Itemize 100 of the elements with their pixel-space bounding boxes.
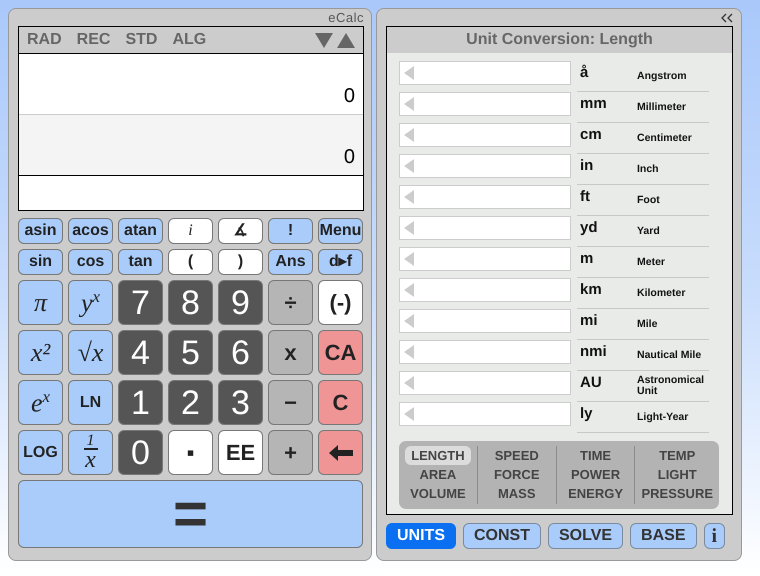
mode-tab[interactable]: BASE bbox=[630, 523, 696, 549]
category-button[interactable]: POWER bbox=[565, 465, 626, 484]
unit-name: Meter bbox=[637, 256, 666, 268]
unit-name: Inch bbox=[637, 164, 660, 174]
triangle-icon bbox=[404, 283, 414, 297]
calculator-key[interactable]: + bbox=[268, 430, 313, 475]
calculator-key[interactable]: 9 bbox=[218, 280, 263, 325]
triangle-icon bbox=[404, 407, 414, 421]
calculator-key[interactable]: π bbox=[18, 280, 63, 325]
calculator-key[interactable]: (-) bbox=[318, 280, 363, 325]
collapse-icon[interactable] bbox=[721, 12, 733, 22]
calculator-key[interactable]: 4 bbox=[118, 330, 163, 375]
category-button[interactable]: TIME bbox=[574, 446, 618, 465]
value-field[interactable] bbox=[399, 278, 571, 302]
calculator-key[interactable]: d▸f bbox=[318, 249, 363, 275]
unit-name: Foot bbox=[637, 194, 661, 206]
triangle-icon bbox=[404, 97, 414, 111]
mode-tab[interactable]: i bbox=[704, 523, 726, 549]
calculator-key[interactable]: √x bbox=[68, 330, 113, 375]
value-field[interactable] bbox=[399, 61, 571, 85]
history-value: 0 bbox=[344, 85, 355, 108]
unit-name: Kilometer bbox=[637, 288, 686, 298]
unit-symbol: km bbox=[579, 280, 603, 298]
equals-key[interactable]: = bbox=[18, 480, 363, 548]
calculator-key[interactable]: x² bbox=[18, 330, 63, 375]
value-field[interactable] bbox=[399, 402, 571, 426]
calculator-key[interactable]: 5 bbox=[168, 330, 213, 375]
mode-tab[interactable]: SOLVE bbox=[548, 523, 624, 549]
unit-name: Mile bbox=[637, 318, 658, 330]
calculator-key[interactable]: ÷ bbox=[268, 280, 313, 325]
unit-symbol: mi bbox=[579, 311, 599, 329]
calculator-key[interactable]: asin bbox=[18, 218, 63, 244]
mode-tab[interactable]: UNITS bbox=[386, 523, 456, 549]
value-field[interactable] bbox=[399, 371, 571, 395]
unit-name: Astronomical Unit bbox=[637, 375, 706, 397]
value-field[interactable] bbox=[399, 92, 571, 116]
calculator-key[interactable]: 3 bbox=[218, 380, 263, 425]
category-button[interactable]: PRESSURE bbox=[635, 484, 720, 503]
scroll-down-icon[interactable] bbox=[315, 32, 333, 48]
category-button[interactable]: SPEED bbox=[488, 446, 545, 465]
unit-symbol: cm bbox=[579, 125, 603, 143]
value-field[interactable] bbox=[399, 123, 571, 147]
value-field[interactable] bbox=[399, 247, 571, 271]
calculator-key[interactable]: 1 x bbox=[68, 430, 113, 475]
calculator-key[interactable]: atan bbox=[118, 218, 163, 244]
calculator-key[interactable]: Ans bbox=[268, 249, 313, 275]
backspace-key[interactable] bbox=[318, 430, 363, 475]
unit-symbol: m bbox=[579, 249, 594, 267]
value-field[interactable] bbox=[399, 216, 571, 240]
calculator-key[interactable]: LN bbox=[68, 380, 113, 425]
triangle-icon bbox=[404, 314, 414, 328]
calculator-key[interactable]: LOG bbox=[18, 430, 63, 475]
calculator-key[interactable]: Menu bbox=[318, 218, 363, 244]
value-field[interactable] bbox=[399, 309, 571, 333]
calculator-key[interactable]: tan bbox=[118, 249, 163, 275]
calculator-key[interactable]: 7 bbox=[118, 280, 163, 325]
calculator-key[interactable]: acos bbox=[68, 218, 113, 244]
calculator-key[interactable]: 8 bbox=[168, 280, 213, 325]
triangle-icon bbox=[404, 252, 414, 266]
calculator-key[interactable]: 2 bbox=[168, 380, 213, 425]
unit-symbol: yd bbox=[579, 218, 599, 236]
triangle-icon bbox=[404, 159, 414, 173]
triangle-icon bbox=[404, 128, 414, 142]
category-button[interactable]: LENGTH bbox=[405, 446, 471, 465]
calculator-key[interactable]: − bbox=[268, 380, 313, 425]
mode-indicator: STD bbox=[125, 31, 158, 49]
mode-tab[interactable]: CONST bbox=[463, 523, 541, 549]
category-button[interactable]: FORCE bbox=[488, 465, 546, 484]
calculator-key[interactable]: y$^{x}$ bbox=[68, 280, 113, 325]
calculator-key[interactable]: 1 bbox=[118, 380, 163, 425]
unit-name: Light-Year bbox=[637, 412, 690, 422]
value-field[interactable] bbox=[399, 185, 571, 209]
scroll-up-icon[interactable] bbox=[337, 32, 355, 48]
category-button[interactable]: AREA bbox=[413, 465, 462, 484]
calculator-key[interactable]: i bbox=[168, 218, 213, 244]
calculator-key[interactable]: 0 bbox=[118, 430, 163, 475]
unit-symbol: ft bbox=[579, 187, 591, 205]
calculator-key[interactable]: sin bbox=[18, 249, 63, 275]
value-field[interactable] bbox=[399, 340, 571, 364]
calculator-key[interactable]: ! bbox=[268, 218, 313, 244]
calculator-key[interactable]: CA bbox=[318, 330, 363, 375]
category-button[interactable]: MASS bbox=[492, 484, 542, 503]
value-field[interactable] bbox=[399, 154, 571, 178]
calculator-key[interactable]: ( bbox=[168, 249, 213, 275]
calculator-key[interactable]: EE bbox=[218, 430, 263, 475]
category-button[interactable]: VOLUME bbox=[404, 484, 472, 503]
category-button[interactable]: LIGHT bbox=[652, 465, 703, 484]
category-button[interactable]: ENERGY bbox=[562, 484, 630, 503]
category-button[interactable]: TEMP bbox=[653, 446, 702, 465]
unit-symbol: ly bbox=[579, 404, 594, 422]
calculator-key[interactable]: 6 bbox=[218, 330, 263, 375]
calculator-key[interactable]: ▪ bbox=[168, 430, 213, 475]
calculator-key[interactable]: x bbox=[268, 330, 313, 375]
calculator-key[interactable]: C bbox=[318, 380, 363, 425]
input-field[interactable] bbox=[19, 176, 363, 210]
calculator-key[interactable]: cos bbox=[68, 249, 113, 275]
calculator-key[interactable]: ) bbox=[218, 249, 263, 275]
calculator-key[interactable]: e$^{x}$ bbox=[18, 380, 63, 425]
calculator-key[interactable]: ∡ bbox=[218, 218, 263, 244]
unit-name: Nautical Mile bbox=[637, 350, 702, 360]
